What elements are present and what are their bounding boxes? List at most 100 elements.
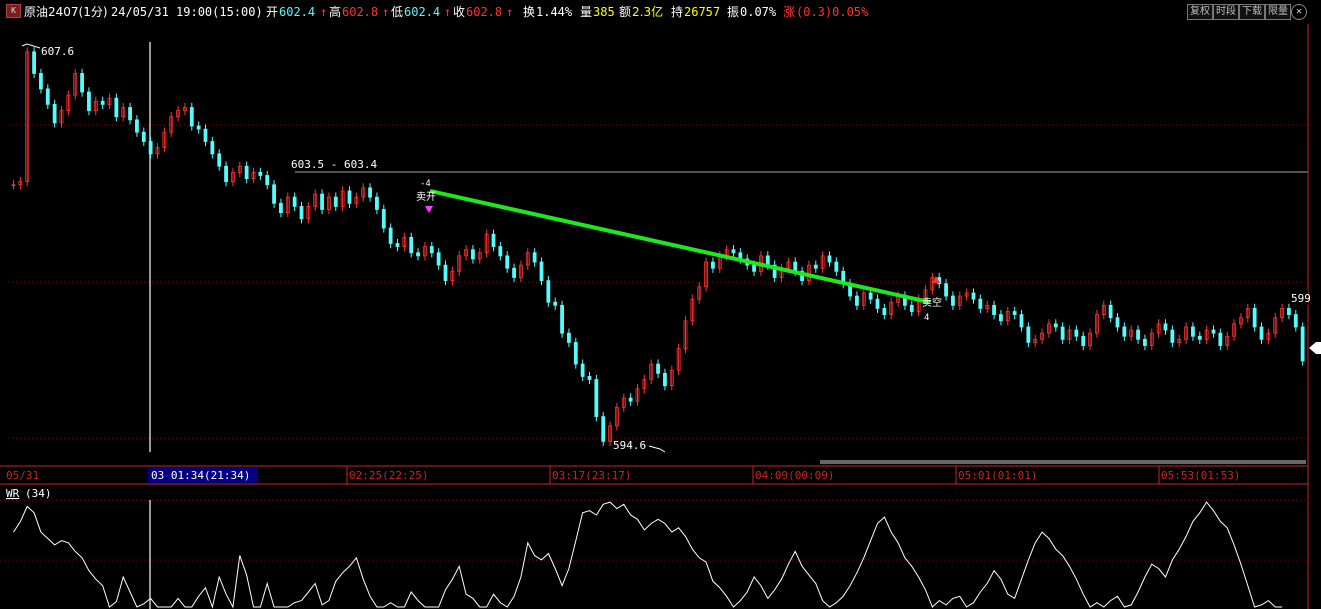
signal-label: 卖空 (922, 296, 942, 309)
candle-body (1197, 335, 1202, 340)
candle-body (1252, 308, 1257, 328)
candle-body (368, 187, 372, 198)
shiduan-button[interactable]: 时段 (1213, 4, 1239, 20)
amount-label: 额 (619, 5, 632, 19)
candle-body (299, 206, 304, 220)
x-axis: 05/31 03 01:34(21:34) 02:25(22:25) 03:17(23… (0, 465, 1308, 485)
volume-label: 量 (580, 5, 593, 19)
candle-body (416, 252, 420, 257)
hold-value: 26757 (684, 5, 721, 19)
candle-body (279, 202, 283, 213)
candle-body (601, 416, 606, 442)
candle-body (1143, 338, 1147, 346)
limit-button[interactable]: 限量 (1265, 4, 1291, 20)
chart-grid (8, 24, 1309, 609)
low-value: 602.4 (404, 5, 441, 19)
wr-title: WR (6, 487, 20, 500)
amplitude-value: 0.07% (740, 5, 777, 19)
turnover-value: 1.44% (536, 5, 573, 19)
candle-body (1136, 329, 1140, 340)
candle-body (567, 332, 571, 343)
candle-body (1053, 323, 1058, 328)
candle-body (656, 363, 660, 374)
candle-body (333, 196, 338, 207)
symbol-title: 原油2407(1分) (24, 5, 108, 19)
candle-body (224, 165, 228, 183)
signal-label: 卖开 (416, 191, 436, 203)
candle-body (135, 119, 139, 133)
right-price-label: 599 (1291, 292, 1311, 305)
trendline (429, 188, 931, 305)
candle-body (909, 304, 914, 312)
candle-body (1170, 329, 1175, 343)
candle-body (388, 227, 393, 244)
candle-body (203, 128, 208, 142)
x-tick-label: 02:25(22:25) (349, 469, 428, 482)
arrow-up-icon: ↑ (320, 5, 328, 19)
candle-body (1108, 304, 1113, 319)
candle-body (443, 264, 448, 281)
candle-body (272, 184, 276, 204)
close-icon[interactable]: ✕ (1291, 4, 1307, 20)
arrow-up-icon: ↑ (382, 5, 390, 19)
candle-body (505, 255, 510, 269)
candle-body (409, 236, 414, 254)
candle-body (1060, 326, 1065, 340)
change-value: (0.3)0.05% (796, 5, 869, 19)
candle-body (375, 196, 379, 210)
candle-body (1191, 326, 1195, 337)
candle-body (1122, 326, 1127, 337)
signal-top-label: -4 (420, 179, 431, 189)
x-tick-label: 04:09(00:09) (755, 469, 834, 482)
candle-body (1211, 329, 1216, 334)
candle-body (546, 280, 551, 303)
candle-body (244, 165, 249, 179)
candle-body (999, 314, 1003, 322)
k-icon[interactable]: K (6, 4, 21, 18)
high-value: 602.8 (342, 5, 379, 19)
candle-body (114, 97, 119, 118)
x-tick-label: 05:01(01:01) (958, 469, 1037, 482)
volume-value: 385 (593, 5, 615, 19)
chart-overlays: 607.6 594.6 603.5 - 603.4 -4 卖开卖空 4 599 (21, 43, 1321, 464)
candle-body (731, 249, 736, 254)
candle-body (1259, 326, 1264, 340)
candle-body (827, 255, 832, 263)
candle-body (80, 73, 84, 93)
candle-body (1293, 314, 1298, 328)
low-annotation: 594.6 (613, 439, 646, 452)
candle-body (663, 372, 667, 387)
turnover-label: 换 (523, 5, 536, 19)
candle-body (992, 304, 996, 316)
amount-value: 2.3亿 (632, 5, 664, 19)
candle-body (498, 246, 503, 257)
download-button[interactable]: 下载 (1239, 4, 1265, 20)
candle-body (1163, 323, 1168, 331)
x-tick-label: 05/31 (6, 469, 39, 482)
candle-body (1287, 308, 1291, 316)
candle-body (395, 243, 400, 247)
candle-body (813, 264, 818, 269)
candle-body (978, 298, 983, 309)
x-tick-label: 05:53(01:53) (1161, 469, 1240, 482)
candle-body (148, 141, 153, 155)
range-annotation: 603.5 - 603.4 (291, 158, 377, 171)
candle-body (100, 100, 105, 105)
candle-body (87, 91, 91, 111)
quote-header: K 原油2407(1分) 24/05/31 19:00(15:00) 开 602… (0, 0, 1321, 24)
candle-series (11, 47, 1305, 446)
candle-body (45, 88, 50, 105)
candle-body (258, 171, 263, 176)
fuquan-button[interactable]: 复权 (1187, 4, 1213, 20)
candle-body (882, 308, 887, 316)
candle-body (196, 125, 201, 130)
close-value: 602.8 (466, 5, 503, 19)
candle-body (189, 107, 194, 127)
amplitude-label: 振 (727, 5, 740, 19)
candle-body (52, 103, 57, 124)
low-pointer (648, 445, 666, 453)
arrow-up-icon: ↑ (506, 5, 514, 19)
candle-body (141, 131, 146, 142)
arrow-up-icon: ↑ (444, 5, 452, 19)
candle-body (1081, 335, 1086, 346)
